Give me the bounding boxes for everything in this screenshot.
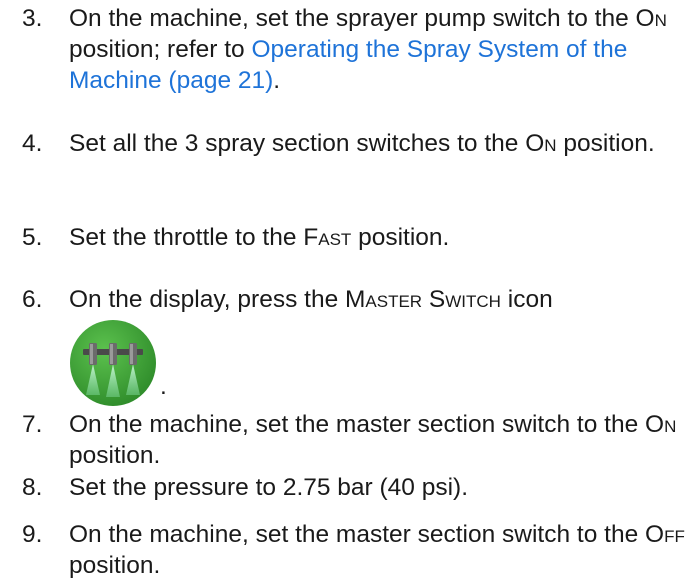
keyword-on: On bbox=[525, 130, 557, 157]
keyword-off: Off bbox=[645, 521, 685, 548]
master-switch-icon[interactable] bbox=[69, 319, 157, 407]
step-text: On the display, press the Master Switch … bbox=[69, 284, 692, 406]
trailing-period: . bbox=[160, 373, 167, 400]
keyword-on: On bbox=[645, 411, 677, 438]
step-9: 9. On the machine, set the master sectio… bbox=[22, 519, 692, 581]
step-number: 3. bbox=[22, 5, 43, 32]
keyword-on: On bbox=[635, 5, 667, 32]
step-text: On the machine, set the master section s… bbox=[69, 521, 685, 579]
step-number: 4. bbox=[22, 130, 43, 157]
keyword-master-switch: Master Switch bbox=[345, 286, 501, 313]
step-6: 6. On the display, press the Master Swit… bbox=[22, 284, 692, 406]
step-number: 9. bbox=[22, 521, 43, 548]
step-number: 6. bbox=[22, 286, 43, 313]
step-text: Set the pressure to 2.75 bar (40 psi). bbox=[69, 474, 469, 501]
step-text: On the machine, set the master section s… bbox=[69, 411, 677, 469]
step-5: 5. Set the throttle to the Fast position… bbox=[22, 222, 692, 253]
step-number: 8. bbox=[22, 474, 43, 501]
procedure-steps: 3. On the machine, set the sprayer pump … bbox=[0, 0, 700, 581]
step-text: On the machine, set the sprayer pump swi… bbox=[69, 5, 667, 94]
step-8: 8. Set the pressure to 2.75 bar (40 psi)… bbox=[22, 472, 692, 503]
step-text: Set all the 3 spray section switches to … bbox=[69, 130, 655, 157]
step-number: 7. bbox=[22, 411, 43, 438]
step-text: Set the throttle to the Fast position. bbox=[69, 224, 450, 251]
step-4: 4. Set all the 3 spray section switches … bbox=[22, 128, 692, 159]
step-7: 7. On the machine, set the master sectio… bbox=[22, 409, 692, 471]
step-3: 3. On the machine, set the sprayer pump … bbox=[22, 3, 692, 96]
step-number: 5. bbox=[22, 224, 43, 251]
keyword-fast: Fast bbox=[303, 224, 352, 251]
